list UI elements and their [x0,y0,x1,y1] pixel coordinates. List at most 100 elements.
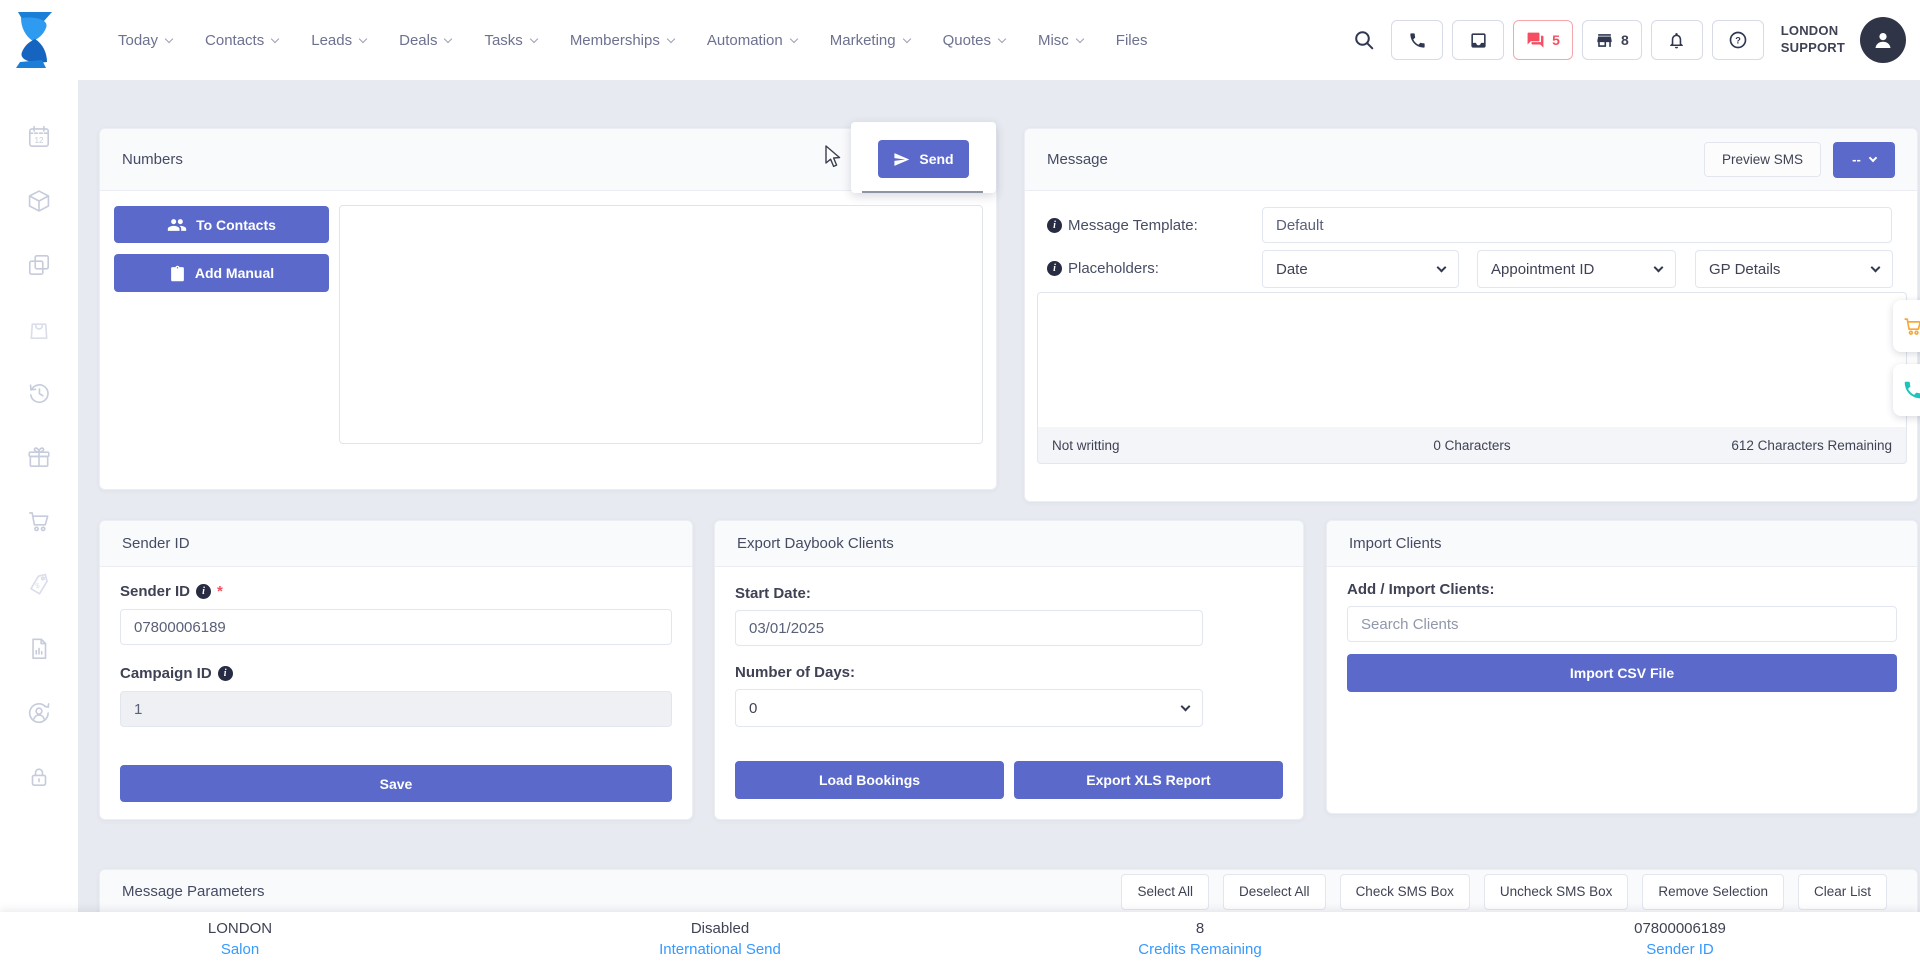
add-manual-button[interactable]: Add Manual [114,254,329,292]
help-icon: ? [1728,30,1748,50]
check-sms-box-button[interactable]: Check SMS Box [1340,874,1470,910]
shopping-bag-icon[interactable] [26,316,52,342]
nav-item-contacts[interactable]: Contacts [205,32,278,49]
campaign-id-label: Campaign ID [120,665,672,682]
send-button[interactable]: Send [878,140,969,178]
to-contacts-button[interactable]: To Contacts [114,206,329,243]
help-button[interactable]: ? [1712,20,1764,60]
start-date-input[interactable] [735,610,1203,646]
stat-salon: LONDON Salon [0,912,480,969]
support-line1: LONDON [1781,23,1845,40]
search-clients-input[interactable] [1347,606,1897,642]
character-count: 0 Characters [1038,438,1906,453]
phone-button[interactable] [1391,20,1443,60]
phone-side-tab[interactable] [1893,364,1920,416]
inbox-button[interactable] [1452,20,1504,60]
cart-side-tab[interactable] [1893,300,1920,352]
copy-icon[interactable] [26,252,52,278]
notifications-button[interactable] [1651,20,1703,60]
import-csv-button[interactable]: Import CSV File [1347,654,1897,692]
calendar-icon[interactable]: 12 [26,124,52,150]
uncheck-sms-box-button[interactable]: Uncheck SMS Box [1484,874,1629,910]
phone-icon [1902,379,1920,401]
search-icon[interactable] [1352,28,1376,52]
info-icon [218,666,233,681]
gift-icon[interactable] [26,444,52,470]
to-contacts-label: To Contacts [196,217,276,233]
number-of-days-label: Number of Days: [735,664,1283,681]
remove-selection-button[interactable]: Remove Selection [1642,874,1784,910]
sender-id-label: Sender ID * [120,583,672,600]
select-all-button[interactable]: Select All [1121,874,1209,910]
chevron-down-icon [998,34,1006,42]
store-button[interactable]: 8 [1582,20,1642,60]
package-icon[interactable] [26,188,52,214]
lock-icon[interactable] [26,764,52,790]
chevron-down-icon [1871,263,1881,273]
number-of-days-select[interactable]: 0 [735,689,1203,727]
top-navbar: Today Contacts Leads Deals Tasks Members… [0,0,1920,80]
numbers-textarea[interactable] [339,205,983,444]
info-icon [1047,218,1062,233]
message-card-header: Message Preview SMS -- [1025,129,1917,191]
navbar-right-cluster: 5 8 ? LONDON SUPPORT [1352,0,1906,80]
message-card: Message Preview SMS -- Message Template:… [1024,128,1918,502]
nav-item-memberships[interactable]: Memberships [570,32,674,49]
placeholder-select-date[interactable]: Date [1262,250,1459,288]
stat-value: 07800006189 [1634,920,1726,937]
stat-value: 8 [1196,920,1204,937]
sender-id-input[interactable] [120,609,672,645]
deselect-all-button[interactable]: Deselect All [1223,874,1326,910]
clear-list-button[interactable]: Clear List [1798,874,1887,910]
nav-item-automation[interactable]: Automation [707,32,797,49]
import-card-title: Import Clients [1349,535,1442,552]
report-icon[interactable] [26,636,52,662]
placeholder-select-gp-details[interactable]: GP Details [1695,250,1893,288]
nav-item-leads[interactable]: Leads [311,32,366,49]
bottom-stats-bar: LONDON Salon Disabled International Send… [0,912,1920,969]
info-icon [1047,261,1062,276]
chat-button[interactable]: 5 [1513,20,1573,60]
nav-item-tasks[interactable]: Tasks [484,32,536,49]
message-more-dropdown-button[interactable]: -- [1833,142,1895,178]
chevron-down-icon [1181,702,1191,712]
required-asterisk: * [217,583,223,600]
support-location-label: LONDON SUPPORT [1781,23,1845,57]
price-tag-icon[interactable]: $ [26,572,52,598]
add-manual-label: Add Manual [195,265,274,281]
history-icon[interactable] [26,380,52,406]
nav-item-marketing[interactable]: Marketing [830,32,910,49]
nav-item-quotes[interactable]: Quotes [943,32,1005,49]
stat-international-send: Disabled International Send [480,912,960,969]
hourglass-logo-icon [13,10,55,70]
campaign-id-input[interactable] [120,691,672,727]
nav-item-files[interactable]: Files [1116,32,1148,49]
salon-link[interactable]: Salon [221,941,259,958]
cart-icon [1902,315,1920,337]
international-send-link[interactable]: International Send [659,941,781,958]
message-template-input[interactable] [1262,207,1892,243]
placeholder-select-appointment-id[interactable]: Appointment ID [1477,250,1676,288]
chevron-down-icon [271,34,279,42]
svg-text:?: ? [1735,35,1741,45]
save-button[interactable]: Save [120,765,672,802]
info-icon [196,584,211,599]
chat-bubbles-icon [1526,31,1545,50]
send-label: Send [919,151,953,167]
nav-item-today[interactable]: Today [118,32,172,49]
nav-item-deals[interactable]: Deals [399,32,451,49]
load-bookings-button[interactable]: Load Bookings [735,761,1004,799]
export-xls-button[interactable]: Export XLS Report [1014,761,1283,799]
sender-card-body: Sender ID * Campaign ID Save [100,583,692,802]
message-body-textarea[interactable] [1037,292,1907,428]
sender-id-link[interactable]: Sender ID [1646,941,1714,958]
svg-text:12: 12 [34,136,44,145]
preview-sms-button[interactable]: Preview SMS [1704,142,1821,177]
chevron-down-icon [1869,153,1877,161]
app-logo[interactable] [13,10,55,70]
nav-item-misc[interactable]: Misc [1038,32,1083,49]
user-refresh-icon[interactable] [26,700,52,726]
credits-remaining-link[interactable]: Credits Remaining [1138,941,1261,958]
user-avatar[interactable] [1860,17,1906,63]
cart-icon[interactable] [26,508,52,534]
